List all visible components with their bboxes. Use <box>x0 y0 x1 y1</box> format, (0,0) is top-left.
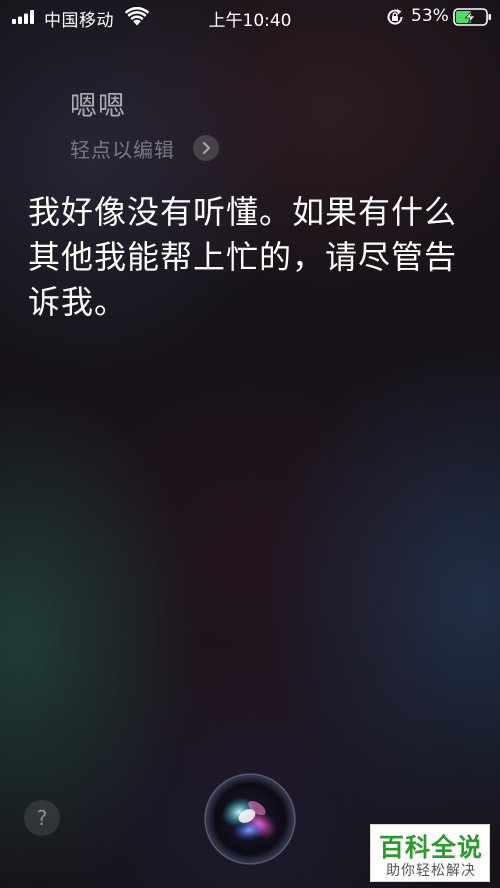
siri-response-text: 我好像没有听懂。如果有什么其他我能帮上忙的，请尽管告诉我。 <box>28 193 458 321</box>
watermark-title: 百科全说 <box>378 833 483 862</box>
help-button[interactable]: ? <box>24 800 60 836</box>
help-icon: ? <box>36 806 48 830</box>
siri-screen: 中国移动 上午10:40 53% 嗯嗯 轻点以编辑 我好像没有听懂。如果有什么其… <box>0 0 500 888</box>
siri-query-text: 嗯嗯 <box>70 91 126 122</box>
battery-icon <box>453 8 491 26</box>
watermark-subtitle: 助你轻松解决 <box>386 863 476 879</box>
status-bar: 中国移动 上午10:40 53% <box>0 0 500 34</box>
tap-to-edit-button[interactable]: 轻点以编辑 <box>70 134 219 162</box>
rotation-lock-icon <box>387 9 403 25</box>
battery-percentage: 53% <box>411 6 449 26</box>
tap-to-edit-label: 轻点以编辑 <box>70 137 175 162</box>
watermark-logo: 百科全说 助你轻松解决 <box>370 824 490 882</box>
chevron-right-icon <box>193 135 219 161</box>
siri-orb-button[interactable] <box>203 772 297 866</box>
